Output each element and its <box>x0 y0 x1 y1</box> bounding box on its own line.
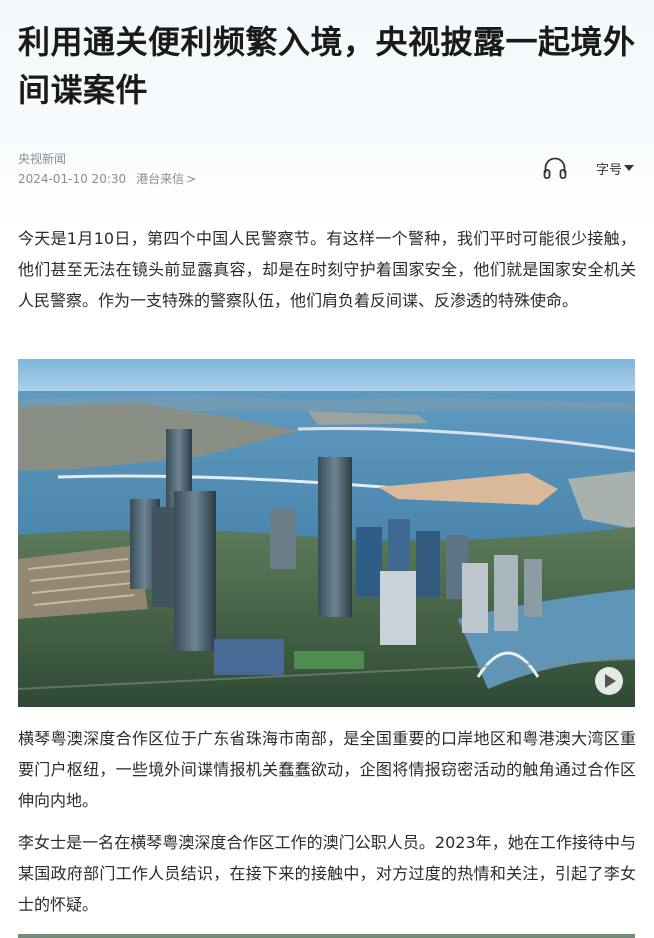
article-paragraph-3: 李女士是一名在横琴粤澳深度合作区工作的澳门公职人员。2023年，她在工作接待中与… <box>18 833 636 914</box>
chevron-right-icon: > <box>186 172 197 186</box>
article-meta: 央视新闻 2024-01-10 20:30 港台来信 > <box>18 150 196 188</box>
headphones-icon[interactable] <box>542 155 568 181</box>
caret-down-icon <box>624 165 634 171</box>
font-size-button[interactable]: 字号 <box>596 159 634 178</box>
video-play-button[interactable] <box>595 667 623 695</box>
article-source: 央视新闻 <box>18 152 67 166</box>
article-page: 利用通关便利频繁入境，央视披露一起境外间谍案件 央视新闻 2024-01-10 … <box>0 0 654 938</box>
article-title: 利用通关便利频繁入境，央视披露一起境外间谍案件 <box>18 23 636 109</box>
aerial-city-image <box>18 359 635 707</box>
article-tools: 字号 <box>542 155 634 181</box>
article-paragraph-2: 横琴粤澳深度合作区位于广东省珠海市南部，是全国重要的口岸地区和粤港澳大湾区重要门… <box>18 729 636 810</box>
article-video-thumbnail[interactable] <box>18 359 635 707</box>
article-channel-link[interactable]: 港台来信 > <box>136 172 196 186</box>
font-size-label: 字号 <box>595 162 622 178</box>
play-icon <box>605 674 616 688</box>
article-meta-row: 2024-01-10 20:30 港台来信 > <box>18 170 196 188</box>
article-datetime: 2024-01-10 20:30 <box>18 172 127 186</box>
article-channel-label: 港台来信 <box>136 172 185 186</box>
article-paragraph-1: 今天是1月10日，第四个中国人民警察节。有这样一个警种，我们平时可能很少接触，他… <box>18 229 636 310</box>
next-image-edge <box>18 934 635 938</box>
